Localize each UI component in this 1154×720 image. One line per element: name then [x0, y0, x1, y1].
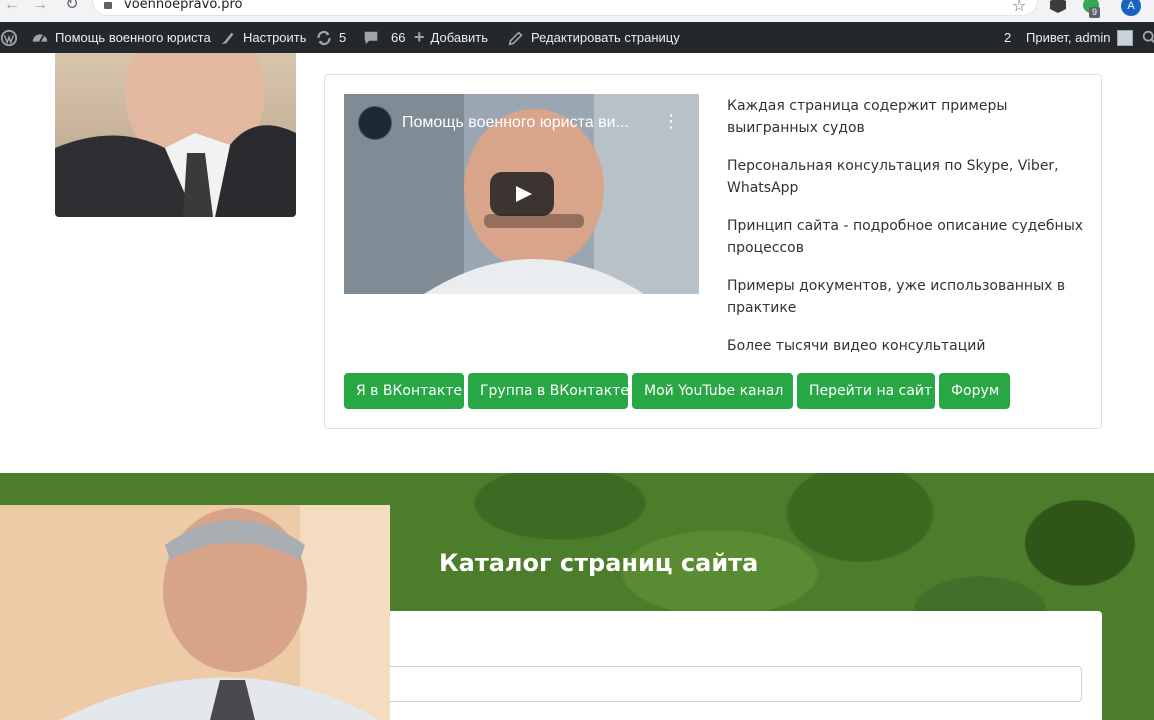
admin-search[interactable]	[1141, 22, 1154, 53]
dashboard-icon	[32, 33, 48, 42]
webcam-overlay	[0, 505, 390, 720]
admin-updates[interactable]: 5	[315, 22, 346, 53]
plus-icon: +	[414, 27, 425, 47]
admin-site-name[interactable]: Помощь военного юриста	[31, 22, 211, 53]
admin-customize[interactable]: Настроить	[219, 22, 307, 53]
admin-edit-page[interactable]: Редактировать страницу	[507, 22, 680, 53]
forum-button[interactable]: Форум	[939, 373, 1010, 409]
author-photo-illustration	[55, 53, 296, 217]
feature-item: Персональная консультация по Skype, Vibe…	[727, 158, 1059, 196]
greeting-label: Привет, admin	[1026, 30, 1111, 45]
notifications-count: 2	[1004, 30, 1012, 45]
edit-page-label: Редактировать страницу	[531, 30, 680, 45]
more-vert-icon[interactable]: ⋮	[662, 112, 680, 130]
wp-logo-menu[interactable]	[0, 22, 18, 53]
lock-icon	[104, 2, 112, 9]
wordpress-logo-icon	[0, 29, 18, 46]
updates-icon	[317, 30, 331, 45]
profile-avatar[interactable]: A	[1121, 0, 1141, 16]
browser-toolbar: ← → ↻ voennoepravo.pro ☆ 9 A	[0, 0, 1154, 22]
forward-icon[interactable]: →	[30, 0, 50, 14]
play-button-icon[interactable]	[490, 172, 554, 216]
back-icon[interactable]: ←	[2, 0, 22, 14]
comment-bubble-icon	[364, 31, 378, 44]
vk-profile-button[interactable]: Я в ВКонтакте	[344, 373, 464, 409]
reload-icon[interactable]: ↻	[62, 0, 82, 14]
wp-admin-bar: Помощь военного юриста Настроить 5 66 + …	[0, 22, 1154, 53]
admin-add-new[interactable]: + Добавить	[414, 22, 488, 53]
go-to-site-button[interactable]: Перейти на сайт	[797, 373, 935, 409]
pencil-icon	[508, 30, 523, 45]
channel-avatar[interactable]	[358, 106, 392, 140]
admin-my-account[interactable]: Привет, admin	[1026, 22, 1133, 53]
site-name-label: Помощь военного юриста	[55, 30, 211, 45]
brush-icon	[221, 32, 234, 44]
admin-notifications[interactable]: 2	[1004, 22, 1011, 53]
youtube-video-embed[interactable]: Помощь военного юриста ви... ⋮	[344, 94, 699, 294]
catalog-search-input[interactable]	[385, 666, 1082, 702]
feature-item: Примеры документов, уже использованных в…	[727, 278, 1066, 316]
webcam-video	[0, 505, 390, 720]
admin-comments[interactable]: 66	[362, 22, 405, 53]
author-photo	[55, 53, 296, 217]
vk-group-button[interactable]: Группа в ВКонтакте	[468, 373, 629, 409]
video-title[interactable]: Помощь военного юриста ви...	[402, 114, 629, 132]
bookmark-star-icon[interactable]: ☆	[1012, 0, 1026, 16]
comments-count: 66	[391, 30, 406, 45]
feature-item: Каждая страница содержит примеры выигран…	[727, 98, 1008, 136]
feature-item: Принцип сайта - подробное описание судеб…	[727, 218, 1084, 256]
feature-list: Каждая страница содержит примеры выигран…	[727, 95, 1087, 373]
customize-label: Настроить	[243, 30, 307, 45]
updates-count: 5	[339, 30, 347, 45]
youtube-channel-button[interactable]: Мой YouTube канал	[632, 373, 793, 409]
extension-cube-icon[interactable]	[1050, 0, 1066, 13]
add-new-label: Добавить	[430, 30, 488, 45]
extension-badge: 9	[1089, 7, 1101, 18]
user-avatar	[1116, 29, 1133, 46]
search-icon	[1142, 30, 1154, 44]
catalog-title: Каталог страниц сайта	[439, 549, 759, 577]
catalog-panel	[385, 611, 1102, 720]
address-bar-url[interactable]: voennoepravo.pro	[124, 0, 242, 12]
feature-item: Более тысячи видео консультаций	[727, 338, 986, 354]
